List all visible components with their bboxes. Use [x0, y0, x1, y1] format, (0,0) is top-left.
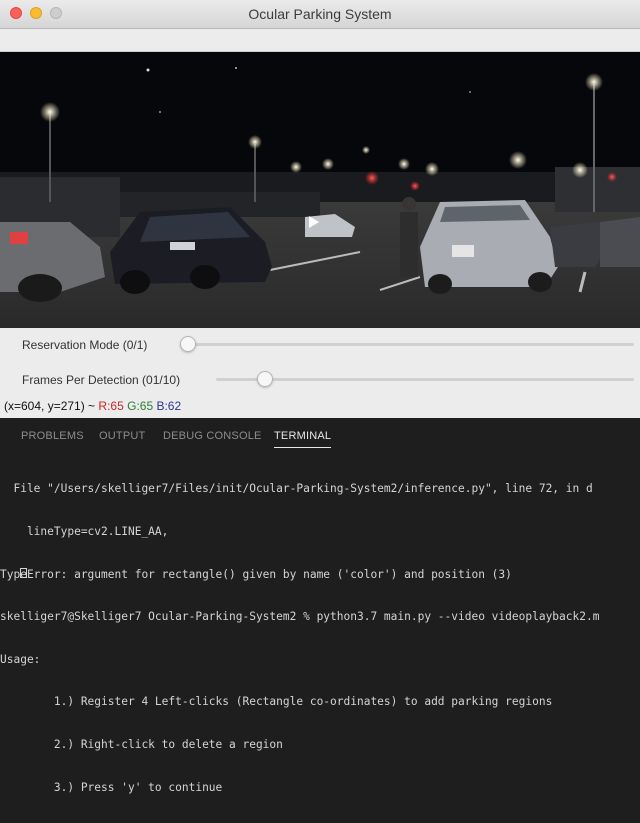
frames-per-detection-slider-thumb[interactable] [257, 371, 273, 387]
terminal-line: Usage: [0, 652, 41, 666]
tab-problems[interactable]: PROBLEMS [21, 430, 84, 442]
pixel-green-value: G:65 [127, 399, 154, 413]
pixel-red-value: R:65 [98, 399, 124, 413]
reservation-mode-label: Reservation Mode (0/1) [22, 338, 148, 352]
reservation-mode-slider-row: Reservation Mode (0/1) [0, 328, 640, 362]
frames-per-detection-track[interactable] [216, 378, 634, 381]
pixel-status-bar: (x=604, y=271) ~ R:65 G:65 B:62 [4, 399, 181, 413]
pixel-blue-value: B:62 [156, 399, 182, 413]
terminal-line: skelliger7@Skelliger7 Ocular-Parking-Sys… [0, 610, 600, 624]
bottom-panel: PROBLEMS OUTPUT DEBUG CONSOLE TERMINAL F… [0, 418, 640, 794]
terminal-line: 2.) Right-click to delete a region [0, 738, 283, 752]
tab-output[interactable]: OUTPUT [99, 430, 145, 442]
terminal-line: 3.) Press 'y' to continue [0, 780, 223, 794]
terminal-line: TypeError: argument for rectangle() give… [0, 567, 512, 581]
terminal-line: lineType=cv2.LINE_AA, [0, 525, 169, 539]
cursor-coords: (x=604, y=271) ~ [4, 399, 96, 413]
parking-lot-image [0, 52, 640, 328]
frames-per-detection-slider-row: Frames Per Detection (01/10) [0, 363, 640, 397]
toolbar [0, 29, 640, 52]
terminal-cursor [20, 568, 27, 578]
title-bar: Ocular Parking System [0, 0, 640, 29]
tab-debug-console[interactable]: DEBUG CONSOLE [163, 430, 262, 442]
terminal-output[interactable]: File "/Users/skelliger7/Files/init/Ocula… [0, 454, 640, 823]
terminal-line: 1.) Register 4 Left-clicks (Rectangle co… [0, 695, 553, 709]
terminal-line: File "/Users/skelliger7/Files/init/Ocula… [0, 482, 593, 496]
app-window: Ocular Parking System Reservation Mode (… [0, 0, 640, 418]
frames-per-detection-label: Frames Per Detection (01/10) [22, 373, 181, 387]
video-frame[interactable] [0, 52, 640, 328]
window-title: Ocular Parking System [248, 6, 392, 22]
reservation-mode-track[interactable] [186, 343, 634, 346]
panel-tabs: PROBLEMS OUTPUT DEBUG CONSOLE TERMINAL [0, 418, 640, 448]
tab-terminal[interactable]: TERMINAL [274, 430, 332, 448]
reservation-mode-slider-thumb[interactable] [180, 336, 196, 352]
